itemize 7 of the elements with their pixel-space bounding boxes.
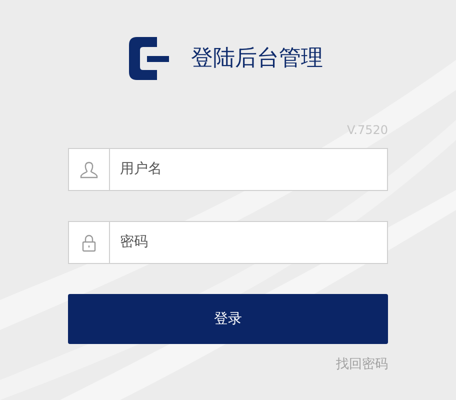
input-field[interactable]: 用户名: [109, 148, 388, 191]
logo-icon: [129, 37, 169, 80]
input-field[interactable]: 密码: [109, 221, 388, 264]
user-icon: [80, 160, 98, 178]
login-button[interactable]: 登录: [68, 294, 388, 344]
page-title: 登陆后台管理: [191, 48, 323, 70]
lock-icon: [82, 234, 96, 252]
